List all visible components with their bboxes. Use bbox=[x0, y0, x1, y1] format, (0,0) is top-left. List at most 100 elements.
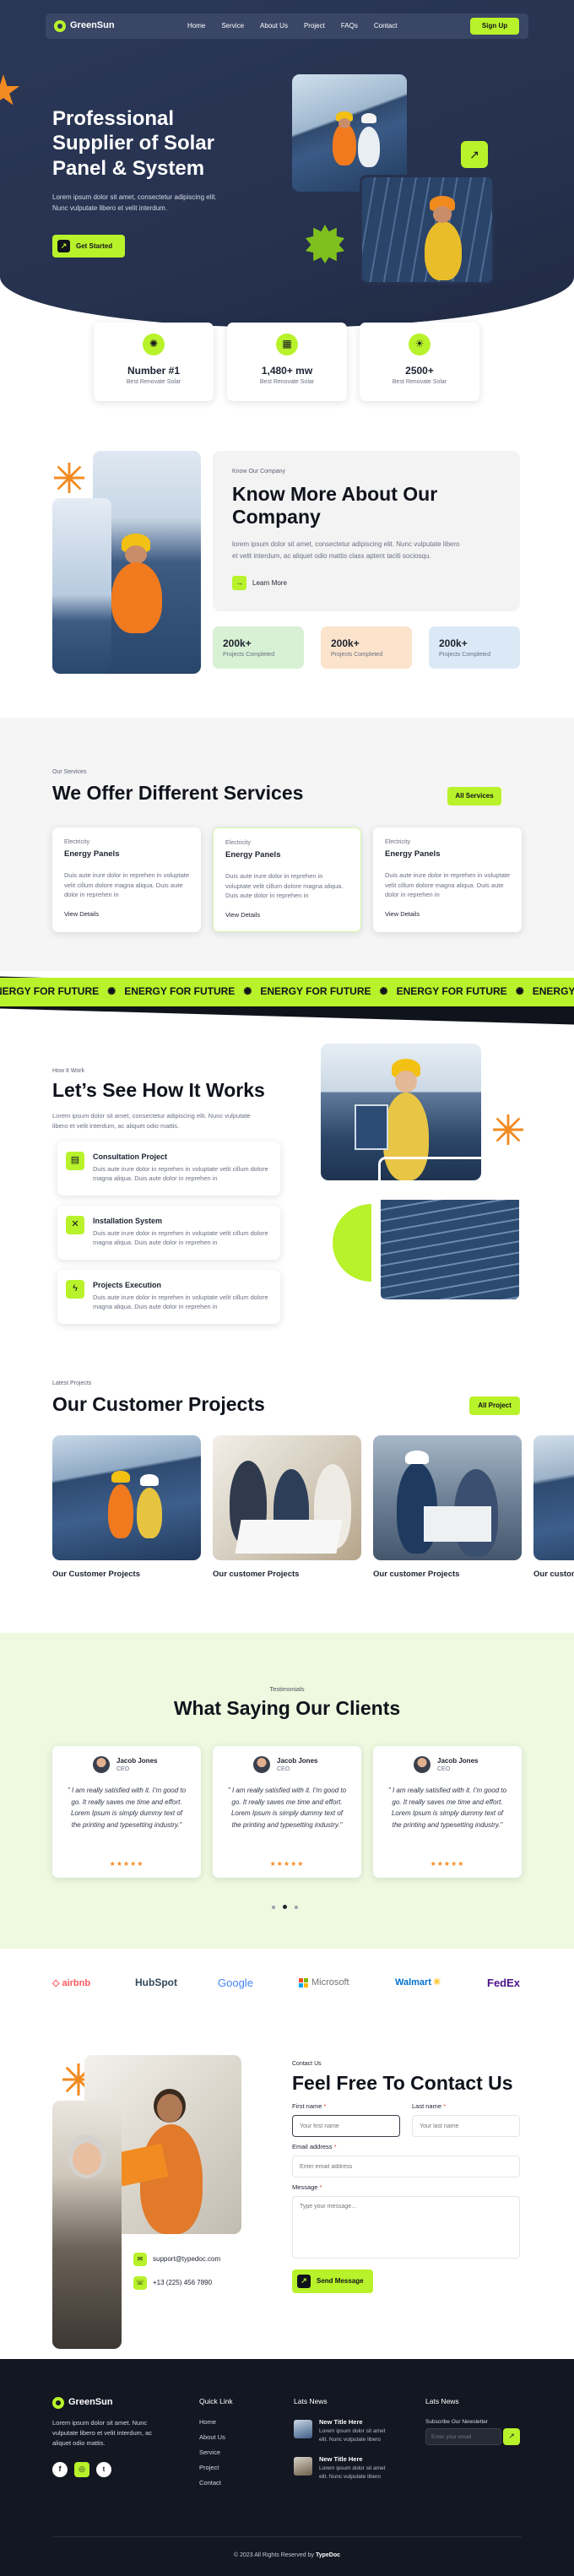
avatar bbox=[253, 1756, 270, 1773]
service-card[interactable]: Electricity Energy Panels Duis aute irur… bbox=[373, 827, 522, 932]
nav-menu: Home Service About Us Project FAQs Conta… bbox=[187, 21, 397, 31]
newsletter-email-input[interactable] bbox=[425, 2428, 501, 2445]
message-textarea[interactable] bbox=[292, 2196, 520, 2259]
bolt-icon: ϟ bbox=[66, 1280, 84, 1299]
facebook-icon[interactable]: f bbox=[52, 2462, 68, 2477]
footer-link-about[interactable]: About Us bbox=[199, 2433, 225, 2443]
hero-arrow-button[interactable]: ↗ bbox=[461, 141, 488, 168]
step-title: Installation System bbox=[93, 1217, 163, 1225]
copyright-text: © 2023 All Rights Reserved by bbox=[233, 2552, 316, 2558]
carousel-dots bbox=[272, 1905, 298, 1909]
footer-brand[interactable]: GreenSun bbox=[52, 2396, 113, 2410]
service-text: Duis aute irure dolor in reprehen in vol… bbox=[225, 871, 344, 900]
logo-hubspot: HubSpot bbox=[135, 1977, 177, 1988]
star-rating-icon: ★★★★★ bbox=[269, 1860, 305, 1868]
carousel-dot[interactable] bbox=[272, 1905, 275, 1909]
medal-icon: ✺ bbox=[143, 334, 165, 355]
carousel-dot-active[interactable] bbox=[283, 1905, 287, 1909]
last-name-input[interactable] bbox=[412, 2115, 520, 2138]
counter-value: 200k+ bbox=[331, 637, 360, 649]
twitter-icon[interactable]: t bbox=[96, 2462, 111, 2477]
project-photo bbox=[52, 1435, 201, 1560]
instagram-icon[interactable]: ◎ bbox=[74, 2462, 89, 2477]
microsoft-icon bbox=[299, 1978, 308, 1988]
stat-card: ▦ 1,480+ mw Best Renovate Solar bbox=[227, 323, 347, 401]
step-title: Projects Execution bbox=[93, 1281, 162, 1289]
project-card[interactable]: Our customer Projects bbox=[373, 1435, 522, 1581]
nav-faqs[interactable]: FAQs bbox=[341, 21, 358, 31]
how-title: Let’s See How It Works bbox=[52, 1079, 265, 1101]
stat-value: 1,480+ mw bbox=[261, 365, 313, 377]
about-text-line: et velit interdum, ac aliquet odio matti… bbox=[232, 551, 431, 560]
about-eyebrow: Know Our Company bbox=[232, 469, 286, 475]
brand-name: GreenSun bbox=[70, 20, 115, 30]
nav-about[interactable]: About Us bbox=[260, 21, 288, 31]
about-text: lorem ipsum dolor sit amet, consectetur … bbox=[232, 539, 459, 561]
service-text: Duis aute irure dolor in reprehen in vol… bbox=[385, 870, 511, 899]
project-card[interactable]: Our customer Projects bbox=[213, 1435, 361, 1581]
avatar bbox=[93, 1756, 110, 1773]
mail-icon: ✉ bbox=[133, 2253, 147, 2266]
about-title-line: Company bbox=[232, 506, 321, 529]
footer-link-contact[interactable]: Contact bbox=[199, 2479, 225, 2488]
footer-link-project[interactable]: Project bbox=[199, 2464, 225, 2473]
news-item[interactable]: New Title Here Lorem ipsum dolor sit ame… bbox=[294, 2455, 402, 2486]
contact-phone[interactable]: ☏ +13 (225) 456 7890 bbox=[133, 2276, 212, 2290]
news-item[interactable]: New Title Here Lorem ipsum dolor sit ame… bbox=[294, 2418, 402, 2449]
nav-contact[interactable]: Contact bbox=[374, 21, 398, 31]
copyright-brand[interactable]: TypeDoc bbox=[316, 2552, 340, 2558]
newsletter-submit-button[interactable]: ↗ bbox=[503, 2428, 520, 2445]
testimonial-card: Jacob Jones CEO " I am really satisfied … bbox=[52, 1746, 201, 1878]
news-title: Lats News bbox=[294, 2397, 328, 2405]
footer-link-home[interactable]: Home bbox=[199, 2418, 225, 2427]
signup-button[interactable]: Sign Up bbox=[470, 18, 519, 35]
project-card[interactable]: Our custom bbox=[533, 1435, 574, 1581]
ticker-text: ENERGY FOR FUTURE bbox=[0, 985, 100, 998]
services-title: We Offer Different Services bbox=[52, 782, 304, 804]
project-card[interactable]: Our Customer Projects bbox=[52, 1435, 201, 1581]
service-tag: Electricity bbox=[385, 839, 410, 845]
step-title: Consultation Project bbox=[93, 1152, 168, 1161]
stat-label: Best Renovate Solar bbox=[259, 379, 315, 386]
all-services-button[interactable]: All Services bbox=[447, 787, 501, 805]
carousel-dot[interactable] bbox=[295, 1905, 298, 1909]
project-title: Our Customer Projects bbox=[52, 1570, 140, 1579]
phone-icon: ☏ bbox=[133, 2276, 147, 2290]
nav-service[interactable]: Service bbox=[221, 21, 244, 31]
ticker-text: ENERGY FOR FUTURE bbox=[124, 985, 236, 998]
footer-link-service[interactable]: Service bbox=[199, 2449, 225, 2458]
sun-icon: ☀ bbox=[409, 334, 430, 355]
view-details-link[interactable]: View Details bbox=[225, 911, 349, 920]
ticker-text: ENERGY FOR FUTURE bbox=[260, 985, 371, 998]
projects-title: Our Customer Projects bbox=[52, 1393, 265, 1415]
contact-info-box: ✉ support@typedoc.com ☏ +13 (225) 456 78… bbox=[127, 2239, 241, 2349]
contact-phone-text: +13 (225) 456 7890 bbox=[153, 2279, 213, 2287]
email-input[interactable] bbox=[292, 2156, 520, 2178]
news-item-text: Lorem ipsum dolor sit amet elit. Nunc vul… bbox=[319, 2428, 386, 2443]
logo-text: FedEx bbox=[487, 1977, 521, 1989]
logo-text: Microsoft bbox=[311, 1977, 349, 1988]
service-card[interactable]: Electricity Energy Panels Duis aute irur… bbox=[52, 827, 201, 932]
service-card[interactable]: Electricity Energy Panels Duis aute irur… bbox=[213, 827, 361, 932]
nav-project[interactable]: Project bbox=[304, 21, 325, 31]
nav-home[interactable]: Home bbox=[187, 21, 205, 31]
counter-card: 200k+ Projects Completed bbox=[321, 626, 412, 669]
counter-label: Projects Completed bbox=[439, 652, 491, 659]
news-item-text: Lorem ipsum dolor sit amet elit. Nunc vul… bbox=[319, 2465, 386, 2480]
view-details-link[interactable]: View Details bbox=[385, 910, 510, 919]
testimonial-quote: " I am really satisfied with it. I’m goo… bbox=[227, 1787, 347, 1829]
services-eyebrow: Our Services bbox=[52, 769, 87, 775]
brand-logo[interactable]: GreenSun bbox=[54, 19, 115, 33]
get-started-button[interactable]: ↗ Get Started bbox=[52, 235, 125, 258]
contact-email[interactable]: ✉ support@typedoc.com bbox=[133, 2253, 220, 2266]
newsletter-title: Lats News bbox=[425, 2397, 459, 2405]
learn-more-link[interactable]: → Learn More bbox=[232, 576, 287, 590]
send-message-button[interactable]: ↗ Send Message bbox=[292, 2270, 373, 2293]
first-name-input[interactable] bbox=[292, 2115, 400, 2138]
view-details-link[interactable]: View Details bbox=[64, 910, 189, 919]
social-links: f ◎ t bbox=[52, 2462, 111, 2477]
get-started-label: Get Started bbox=[76, 241, 113, 250]
testimonial-card: Jacob Jones CEO " I am really satisfied … bbox=[373, 1746, 522, 1878]
last-name-label: Last name * bbox=[412, 2102, 447, 2110]
all-project-button[interactable]: All Project bbox=[469, 1396, 520, 1415]
